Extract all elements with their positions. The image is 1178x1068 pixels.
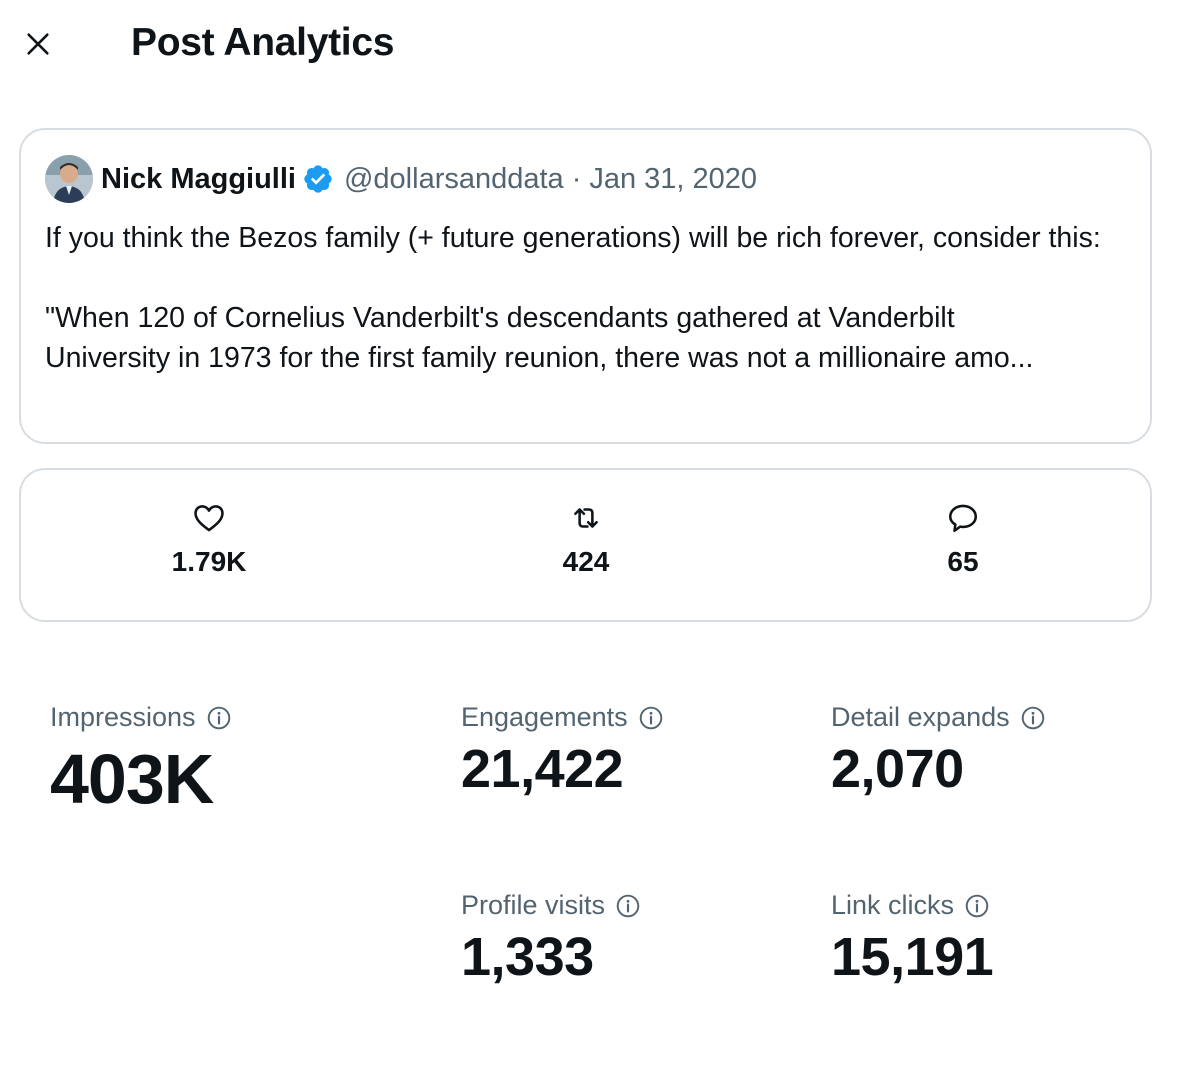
separator-dot: · bbox=[571, 162, 582, 195]
profile-visits-value: 1,333 bbox=[461, 927, 594, 987]
likes-metric[interactable]: 1.79K bbox=[109, 498, 309, 578]
author-name[interactable]: Nick Maggiulli bbox=[101, 163, 296, 196]
profile-visits-label: Profile visits bbox=[461, 890, 606, 920]
post-header: Nick Maggiulli @dollarsanddata · Jan 31,… bbox=[45, 154, 757, 204]
impressions-value: 403K bbox=[50, 740, 214, 818]
verified-badge-icon bbox=[302, 163, 334, 195]
engagement-metrics-card: 1.79K 424 65 bbox=[19, 468, 1152, 622]
link-clicks-value: 15,191 bbox=[831, 927, 994, 987]
reposts-metric[interactable]: 424 bbox=[486, 498, 686, 578]
page-title: Post Analytics bbox=[131, 21, 395, 64]
engagements-label: Engagements bbox=[461, 702, 628, 732]
close-icon bbox=[27, 33, 49, 55]
post-paragraph: "When 120 of Cornelius Vanderbilt's desc… bbox=[45, 302, 955, 334]
detail-expands-value: 2,070 bbox=[831, 739, 964, 799]
author-handle[interactable]: @dollarsanddata bbox=[344, 163, 564, 196]
post-paragraph: If you think the Bezos family (+ future … bbox=[45, 222, 1101, 254]
post-preview-card[interactable]: Nick Maggiulli @dollarsanddata · Jan 31,… bbox=[19, 128, 1152, 444]
info-icon[interactable] bbox=[206, 705, 232, 731]
avatar[interactable] bbox=[45, 155, 93, 203]
post-paragraph-truncated: University in 1973 for the first family … bbox=[45, 342, 1034, 374]
post-date[interactable]: Jan 31, 2020 bbox=[589, 163, 757, 196]
heart-icon bbox=[189, 498, 229, 538]
reposts-count: 424 bbox=[562, 546, 610, 577]
detail-expands-label: Detail expands bbox=[831, 702, 1010, 732]
impressions-stat: Impressions 403K bbox=[50, 702, 232, 819]
engagements-value: 21,422 bbox=[461, 739, 624, 799]
likes-count: 1.79K bbox=[171, 546, 247, 577]
detail-expands-stat: Detail expands 2,070 bbox=[831, 702, 1046, 801]
replies-metric[interactable]: 65 bbox=[863, 498, 1063, 578]
link-clicks-label: Link clicks bbox=[831, 890, 955, 920]
info-icon[interactable] bbox=[615, 893, 641, 919]
engagements-stat: Engagements 21,422 bbox=[461, 702, 664, 801]
close-button[interactable] bbox=[18, 24, 58, 64]
reply-icon bbox=[943, 498, 983, 538]
info-icon[interactable] bbox=[638, 705, 664, 731]
link-clicks-stat: Link clicks 15,191 bbox=[831, 890, 994, 989]
info-icon[interactable] bbox=[964, 893, 990, 919]
profile-visits-stat: Profile visits 1,333 bbox=[461, 890, 641, 989]
avatar-image bbox=[45, 155, 93, 203]
impressions-label: Impressions bbox=[50, 702, 196, 732]
info-icon[interactable] bbox=[1020, 705, 1046, 731]
post-text: If you think the Bezos family (+ future … bbox=[45, 218, 1135, 378]
replies-count: 65 bbox=[947, 546, 979, 577]
repost-icon bbox=[566, 498, 606, 538]
